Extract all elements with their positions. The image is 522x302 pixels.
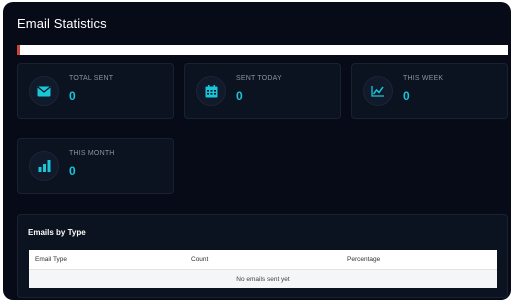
section-title: Emails by Type bbox=[28, 228, 86, 237]
calendar-icon bbox=[196, 76, 226, 106]
stat-card-total-sent: TOTAL SENT 0 bbox=[17, 63, 174, 119]
envelope-icon bbox=[29, 76, 59, 106]
stat-card-sent-today: SENT TODAY 0 bbox=[184, 63, 341, 119]
stat-value: 0 bbox=[69, 89, 76, 103]
stat-card-this-month: THIS MONTH 0 bbox=[17, 138, 174, 194]
emails-by-type-table: Email Type Count Percentage No emails se… bbox=[29, 250, 497, 288]
stat-value: 0 bbox=[403, 89, 410, 103]
line-chart-icon bbox=[363, 76, 393, 106]
stat-label: THIS WEEK bbox=[403, 75, 444, 82]
stat-value: 0 bbox=[69, 164, 76, 178]
stat-value: 0 bbox=[236, 89, 243, 103]
column-header-email-type[interactable]: Email Type bbox=[29, 256, 185, 263]
column-header-count[interactable]: Count bbox=[185, 256, 341, 263]
page-title: Email Statistics bbox=[17, 16, 107, 31]
bar-chart-icon bbox=[29, 151, 59, 181]
stat-label: TOTAL SENT bbox=[69, 75, 114, 82]
table-header: Email Type Count Percentage bbox=[29, 250, 497, 270]
progress-fill bbox=[17, 45, 20, 55]
stat-label: THIS MONTH bbox=[69, 150, 115, 157]
email-statistics-panel: Email Statistics TOTAL SENT 0 SENT TODAY… bbox=[3, 2, 511, 300]
stat-card-this-week: THIS WEEK 0 bbox=[351, 63, 508, 119]
progress-bar bbox=[17, 45, 508, 55]
stat-label: SENT TODAY bbox=[236, 75, 282, 82]
column-header-percentage[interactable]: Percentage bbox=[341, 256, 497, 263]
emails-by-type-section: Emails by Type Email Type Count Percenta… bbox=[17, 214, 508, 298]
empty-state-row: No emails sent yet bbox=[29, 270, 497, 288]
